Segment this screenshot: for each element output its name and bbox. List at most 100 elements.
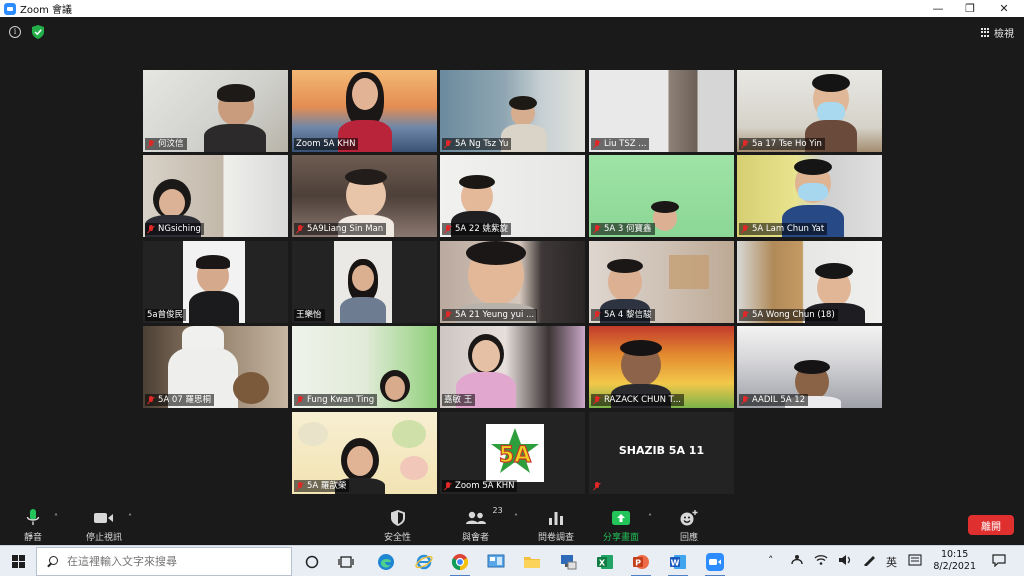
stop-video-label: 停止視訊: [86, 533, 123, 543]
leave-meeting-button[interactable]: 離開: [968, 515, 1014, 535]
participant-tile[interactable]: 5A Ng Tsz Yu: [440, 70, 585, 152]
participant-tile[interactable]: 5A 4 黎信駿: [589, 241, 734, 323]
participants-button[interactable]: 23 與會者: [462, 506, 503, 543]
participant-tile-active-speaker[interactable]: 嘉敏 王: [440, 326, 585, 408]
share-screen-button[interactable]: 分享畫面: [603, 509, 639, 543]
participant-tile[interactable]: Liu TSZ ...: [589, 70, 734, 152]
muted-mic-icon: [593, 395, 601, 405]
participant-tile[interactable]: 5A9Liang Sin Man: [292, 155, 437, 237]
muted-mic-icon: [444, 224, 452, 234]
participant-tile[interactable]: 5A 07 羅思桐: [143, 326, 288, 408]
close-button[interactable]: ✕: [988, 0, 1020, 17]
meeting-info-icon[interactable]: i: [9, 26, 21, 38]
participant-tile[interactable]: AADIL 5A 12: [737, 326, 882, 408]
participant-name: 5A 羅歆榮: [294, 480, 350, 492]
participant-name: 嘉敏 王: [442, 394, 476, 406]
ime-mode-icon[interactable]: [908, 554, 922, 569]
svg-text:W: W: [671, 559, 680, 568]
participant-tile[interactable]: 5A Lam Chun Yat: [737, 155, 882, 237]
word-icon[interactable]: W: [667, 551, 689, 576]
badge-text: 5A: [499, 443, 531, 468]
muted-mic-icon: [296, 481, 304, 491]
participant-name: Zoom 5A KHN: [442, 480, 518, 492]
participant-name: 5A Ng Tsz Yu: [442, 138, 512, 150]
participants-count-badge: 23: [492, 506, 503, 515]
share-label: 分享畫面: [603, 533, 640, 543]
start-button[interactable]: [0, 546, 36, 576]
encryption-shield-icon[interactable]: [32, 25, 44, 39]
participant-name: Fung Kwan Ting: [294, 394, 378, 406]
notifications-icon[interactable]: [992, 554, 1006, 570]
participant-tile[interactable]: 5A 羅歆榮: [292, 412, 437, 494]
participant-tile[interactable]: 王樂怡: [292, 241, 437, 323]
tray-app-icon[interactable]: [790, 554, 804, 569]
participants-options-chevron-icon[interactable]: ˄: [514, 513, 518, 522]
pen-ink-icon[interactable]: [862, 554, 876, 569]
muted-mic-icon: [741, 395, 749, 405]
minimize-button[interactable]: —: [922, 0, 954, 17]
participant-tile[interactable]: 5A Zoom 5A KHN: [440, 412, 585, 494]
participant-tile[interactable]: RAZACK CHUN T...: [589, 326, 734, 408]
security-shield-icon: [390, 510, 405, 526]
participant-tile[interactable]: Zoom 5A KHN: [292, 70, 437, 152]
volume-icon[interactable]: [838, 554, 852, 569]
security-button[interactable]: 安全性: [384, 509, 411, 543]
participant-tile[interactable]: 5a曾俊民: [143, 241, 288, 323]
control-panel-icon[interactable]: [485, 551, 507, 573]
muted-mic-icon: [444, 481, 452, 491]
mute-button[interactable]: 靜音: [24, 509, 42, 543]
polls-button[interactable]: 問卷調查: [538, 509, 574, 543]
muted-mic-icon: [593, 139, 601, 149]
ime-language-indicator[interactable]: 英: [886, 554, 897, 570]
task-view-icon[interactable]: [335, 551, 357, 573]
taskbar-search-input[interactable]: [67, 555, 287, 568]
participant-tile[interactable]: 5A 21 Yeung yui ...: [440, 241, 585, 323]
network-computer-icon[interactable]: [557, 551, 579, 573]
excel-icon[interactable]: X: [594, 551, 616, 573]
participant-tile[interactable]: 5A Wong Chun (18): [737, 241, 882, 323]
edge-browser-icon[interactable]: [375, 551, 397, 573]
svg-text:P: P: [635, 559, 641, 568]
participant-tile[interactable]: 5a 17 Tse Ho Yin: [737, 70, 882, 152]
tray-overflow-chevron-icon[interactable]: ˄: [768, 554, 774, 567]
cortana-icon[interactable]: [301, 551, 323, 573]
mute-label: 靜音: [24, 533, 43, 543]
participant-tile[interactable]: 5A 22 姚紫旋: [440, 155, 585, 237]
reactions-button[interactable]: 回應: [680, 509, 698, 543]
zoom-app-icon[interactable]: [704, 551, 726, 576]
powerpoint-icon[interactable]: P: [630, 551, 652, 576]
participant-tile-no-video[interactable]: SHAZIB 5A 11: [589, 412, 734, 494]
participant-tile[interactable]: NGsiching: [143, 155, 288, 237]
file-explorer-icon[interactable]: [521, 551, 543, 573]
chrome-browser-icon[interactable]: [449, 551, 471, 576]
gallery-grid-icon: [981, 28, 990, 37]
video-options-chevron-icon[interactable]: ˄: [128, 513, 132, 522]
view-button[interactable]: 檢視: [981, 25, 1014, 40]
taskbar-search-box[interactable]: [36, 547, 292, 576]
wifi-icon[interactable]: [814, 554, 828, 569]
internet-explorer-icon[interactable]: [413, 551, 435, 573]
restore-button[interactable]: ❐: [954, 0, 986, 17]
muted-mic-icon: [593, 224, 601, 234]
participant-tile[interactable]: 5A 3 何寶鑫: [589, 155, 734, 237]
search-icon: [47, 555, 59, 568]
clock-date: 8/2/2021: [933, 561, 976, 572]
participant-tile[interactable]: 何汶信: [143, 70, 288, 152]
reactions-label: 回應: [680, 533, 699, 543]
participant-name: 5A 07 羅思桐: [145, 394, 214, 406]
stop-video-button[interactable]: 停止視訊: [86, 509, 122, 543]
muted-mic-icon: [147, 224, 155, 234]
smiley-plus-icon: [680, 510, 698, 526]
audio-options-chevron-icon[interactable]: ˄: [54, 513, 58, 522]
system-clock[interactable]: 10:15 8/2/2021: [933, 549, 976, 573]
participant-name: NGsiching: [145, 223, 204, 235]
svg-text:X: X: [599, 559, 606, 568]
share-options-chevron-icon[interactable]: ˄: [648, 513, 652, 522]
zoom-logo-icon: [4, 2, 16, 15]
muted-mic-icon: [593, 481, 601, 491]
participant-tile[interactable]: Fung Kwan Ting: [292, 326, 437, 408]
muted-mic-icon: [444, 310, 452, 320]
muted-mic-icon: [147, 139, 155, 149]
muted-mic-icon: [444, 139, 452, 149]
zoom-meeting-window: Zoom 會議 — ❐ ✕ i 檢視 何汶信 Zoom 5A KHN 5A Ng…: [0, 0, 1024, 576]
